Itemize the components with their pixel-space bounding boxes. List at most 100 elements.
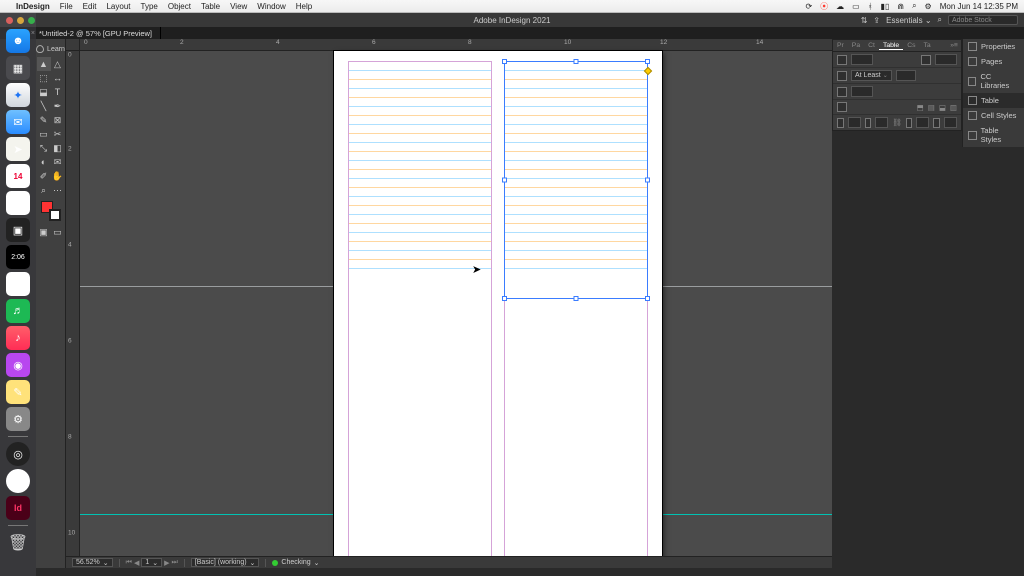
zoom-dropdown[interactable]: 56.52%⌄: [72, 558, 113, 567]
panel-tab-ta[interactable]: Ta: [920, 42, 935, 49]
dock-music[interactable]: ♪: [6, 326, 30, 350]
tool-toggle[interactable]: ⋯: [51, 183, 65, 197]
row-height-mode[interactable]: At Least⌄: [851, 70, 892, 81]
dock-safari[interactable]: ✦: [6, 83, 30, 107]
dock-video[interactable]: ▣: [6, 218, 30, 242]
menu-layout[interactable]: Layout: [106, 2, 130, 11]
menu-object[interactable]: Object: [168, 2, 191, 11]
canvas[interactable]: 0 2 4 6 8 10 12 14 16 0 2 4 6 8 10: [66, 39, 832, 568]
tool-gap[interactable]: ↔: [51, 71, 65, 85]
dock-clock[interactable]: 2:06: [6, 245, 30, 269]
panel-tab-table[interactable]: Table: [879, 42, 903, 50]
style-dropdown[interactable]: [Basic] (working)⌄: [191, 558, 260, 567]
app-menu[interactable]: InDesign: [16, 2, 50, 11]
inset-top[interactable]: [848, 117, 861, 128]
rows-field[interactable]: [851, 54, 873, 65]
dock-sysprefs[interactable]: ⚙︎: [6, 407, 30, 431]
status-icon-sync[interactable]: ⟳: [805, 2, 812, 11]
tool-page[interactable]: ⬚: [37, 71, 51, 85]
handle-top-right[interactable]: [645, 59, 650, 64]
dock-photos[interactable]: ✿: [6, 191, 30, 215]
page-field[interactable]: 1⌄: [141, 558, 162, 567]
inset-bottom[interactable]: [916, 117, 929, 128]
tool-line[interactable]: ╲: [37, 99, 51, 113]
menu-view[interactable]: View: [230, 2, 247, 11]
panel-table[interactable]: Table: [963, 93, 1024, 108]
dock-calendar[interactable]: 14: [6, 164, 30, 188]
ruler-vertical[interactable]: 0 2 4 6 8 10: [66, 51, 80, 556]
align-mid-icon[interactable]: ▤: [928, 103, 935, 112]
tool-note[interactable]: ✉︎: [51, 155, 65, 169]
handle-top-left[interactable]: [502, 59, 507, 64]
panel-pages[interactable]: Pages: [963, 54, 1024, 69]
dock-spotify[interactable]: ♬: [6, 299, 30, 323]
workspace-switcher[interactable]: Essentials ⌄: [886, 16, 931, 25]
dock-launchpad[interactable]: ▦: [6, 56, 30, 80]
last-page-icon[interactable]: ⏭: [172, 559, 178, 567]
panel-table-styles[interactable]: Table Styles: [963, 123, 1024, 147]
live-corner-widget[interactable]: [644, 67, 652, 75]
write-dir-icon[interactable]: [837, 102, 847, 112]
share-icon[interactable]: ⇪: [873, 16, 880, 25]
prev-page-icon[interactable]: ◀: [134, 559, 139, 567]
status-icon-battery[interactable]: ▮▯: [881, 2, 890, 11]
link-insets-icon[interactable]: ⛓: [892, 118, 902, 127]
document-tab[interactable]: × *Untitled-2 @ 57% [GPU Preview]: [17, 27, 161, 39]
menu-help[interactable]: Help: [296, 2, 312, 11]
panel-tab-ct[interactable]: Ct: [864, 42, 879, 49]
menu-type[interactable]: Type: [141, 2, 158, 11]
selection-frame[interactable]: [504, 61, 648, 299]
menu-table[interactable]: Table: [201, 2, 220, 11]
panel-properties[interactable]: Properties: [963, 39, 1024, 54]
page[interactable]: [334, 51, 662, 568]
learn-button[interactable]: Learn: [36, 43, 65, 57]
tool-selection[interactable]: ▲: [37, 57, 51, 71]
tool-scissors[interactable]: ✂︎: [51, 127, 65, 141]
page-navigator[interactable]: ⏮ ◀ 1⌄ ▶ ⏭: [126, 558, 178, 567]
panel-tab-pr[interactable]: Pr: [833, 42, 848, 49]
panel-tab-pa[interactable]: Pa: [848, 42, 864, 49]
tool-rect[interactable]: ▭: [37, 127, 51, 141]
first-page-icon[interactable]: ⏮: [126, 559, 132, 567]
stock-search[interactable]: Adobe Stock: [948, 15, 1018, 25]
handle-mid-right[interactable]: [645, 178, 650, 183]
tool-zoom[interactable]: ⌕: [37, 183, 51, 197]
status-icon-wifi[interactable]: ⋒: [897, 2, 904, 11]
status-icon-cc[interactable]: ☁︎: [836, 2, 844, 11]
tool-pen[interactable]: ✒︎: [51, 99, 65, 113]
ruler-origin[interactable]: [66, 39, 80, 51]
dock-mail[interactable]: ✉︎: [6, 110, 30, 134]
handle-mid-top[interactable]: [574, 59, 579, 64]
tool-gradient-feather[interactable]: ◐: [37, 155, 51, 169]
dock-maps[interactable]: ➤: [6, 137, 30, 161]
menubar-clock[interactable]: Mon Jun 14 12:35 PM: [940, 2, 1018, 11]
table-frame-left[interactable]: [349, 62, 491, 269]
tool-eyedropper[interactable]: ✐: [37, 169, 51, 183]
panel-cc-libraries[interactable]: CC Libraries: [963, 69, 1024, 93]
next-page-icon[interactable]: ▶: [164, 559, 169, 567]
tool-view-mode[interactable]: ▣: [37, 225, 51, 239]
row-height-field[interactable]: [896, 70, 916, 81]
panel-cell-styles[interactable]: Cell Styles: [963, 108, 1024, 123]
status-icon-search[interactable]: ⌕: [912, 1, 916, 11]
tool-rect-frame[interactable]: ⊠: [51, 113, 65, 127]
handle-mid-bottom[interactable]: [574, 296, 579, 301]
stroke-swatch[interactable]: [49, 209, 61, 221]
handle-bottom-left[interactable]: [502, 296, 507, 301]
tool-hand[interactable]: ✋: [51, 169, 65, 183]
dock-finder[interactable]: ☻: [6, 29, 30, 53]
menu-window[interactable]: Window: [257, 2, 285, 11]
tool-swatches[interactable]: [41, 201, 61, 221]
sync-settings-icon[interactable]: ⇅: [861, 16, 868, 25]
tool-free-transform[interactable]: ⤡: [37, 141, 51, 155]
status-icon-control[interactable]: ⚙︎: [925, 2, 932, 11]
dock-reminders[interactable]: ☑︎: [6, 272, 30, 296]
panel-menu-icon[interactable]: »≡: [946, 42, 961, 49]
dock-podcasts[interactable]: ◉: [6, 353, 30, 377]
handle-bottom-right[interactable]: [645, 296, 650, 301]
dock-obs[interactable]: ◎: [6, 442, 30, 466]
menu-file[interactable]: File: [60, 2, 73, 11]
dock-indesign[interactable]: Id: [6, 496, 30, 520]
tool-pencil[interactable]: ✎: [37, 113, 51, 127]
col-width-field[interactable]: [851, 86, 873, 97]
